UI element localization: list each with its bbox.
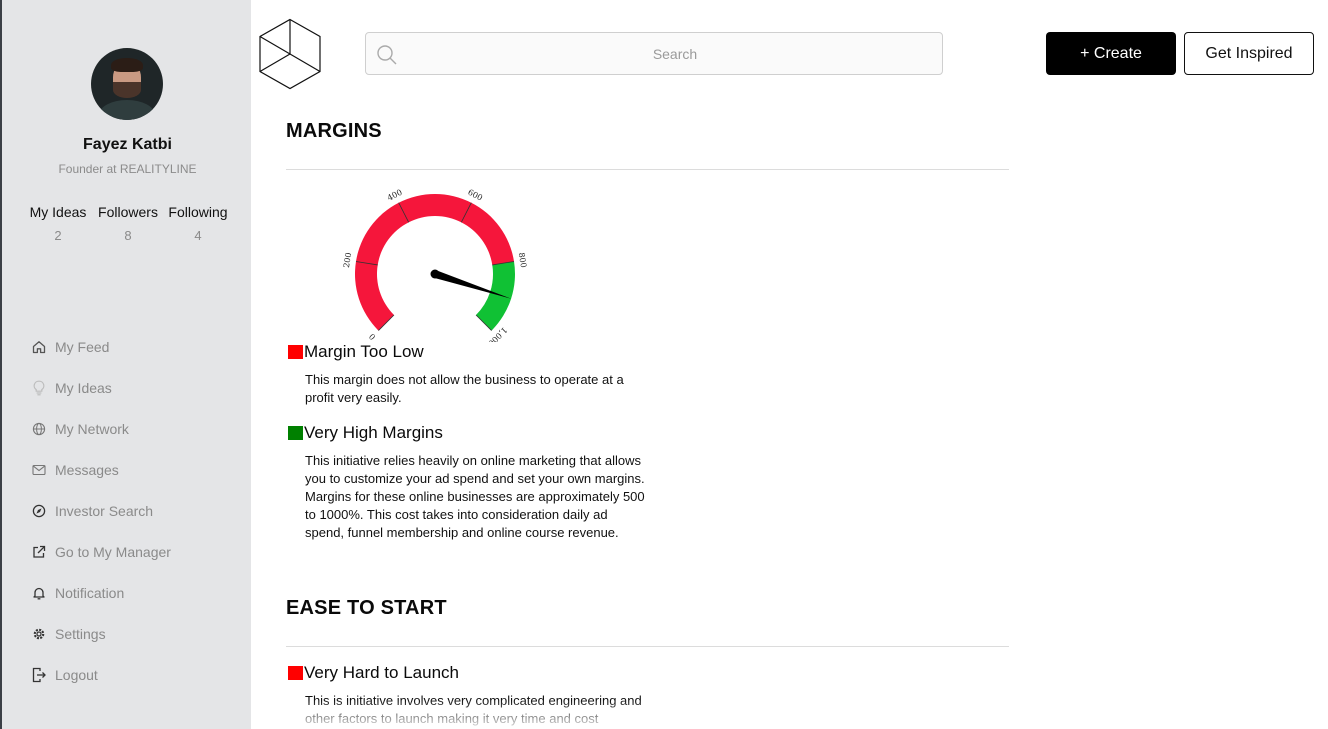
sidebar-item-notification[interactable]: Notification [30, 572, 171, 613]
sidebar-item-logout[interactable]: Logout [30, 654, 171, 695]
legend-description: This is initiative involves very complic… [305, 693, 642, 726]
stat-followers[interactable]: Followers 8 [96, 204, 160, 243]
sidebar-item-label: My Ideas [55, 379, 112, 396]
search-icon [376, 44, 398, 71]
profile-title: Founder at REALITYLINE [58, 162, 197, 176]
section-divider [286, 169, 1009, 170]
sidebar-item-label: Investor Search [55, 502, 154, 519]
stat-label: My Ideas [29, 204, 87, 220]
lightbulb-icon [30, 379, 48, 397]
stat-value: 2 [54, 228, 62, 243]
app-logo[interactable] [258, 18, 322, 95]
legend-swatch [288, 345, 303, 359]
home-icon [30, 338, 48, 356]
logout-icon [30, 666, 48, 684]
search-input[interactable] [410, 33, 940, 74]
external-link-icon [30, 543, 48, 561]
sidebar-item-label: Settings [55, 625, 106, 642]
gauge-tick-label: 0 [367, 332, 377, 342]
stat-value: 8 [124, 228, 132, 243]
gauge-tick-label: 800 [517, 252, 528, 269]
gauge-band-high [476, 261, 515, 331]
sidebar-item-my-network[interactable]: My Network [30, 408, 171, 449]
gauge-tick-label: 400 [386, 188, 404, 203]
create-button[interactable]: + Create [1046, 32, 1176, 75]
sidebar-item-label: Go to My Manager [55, 543, 171, 560]
profile-name: Fayez Katbi [83, 136, 172, 153]
sidebar-item-label: My Network [55, 420, 129, 437]
sidebar-item-label: My Feed [55, 338, 110, 355]
stat-label: Followers [98, 204, 158, 220]
sidebar: Fayez Katbi Founder at REALITYLINE My Id… [0, 0, 251, 729]
bell-icon [30, 584, 48, 602]
legend-swatch [288, 426, 303, 440]
section-title-ease-to-start: EASE TO START [286, 597, 447, 619]
legend-description: This initiative relies heavily on online… [305, 453, 645, 540]
legend-item-margin-too-low: Margin Too Low [288, 342, 424, 362]
avatar[interactable] [91, 48, 163, 120]
sidebar-item-label: Notification [55, 584, 125, 601]
sidebar-item-messages[interactable]: Messages [30, 449, 171, 490]
legend-item-very-high-margins: Very High Margins [288, 423, 443, 443]
gauge-tick-label: 600 [466, 188, 484, 203]
sidebar-item-label: Logout [55, 666, 98, 683]
margins-gauge: 0 200 400 600 800 1,000 [330, 182, 540, 348]
sidebar-item-go-to-my-manager[interactable]: Go to My Manager [30, 531, 171, 572]
sidebar-item-my-ideas[interactable]: My Ideas [30, 367, 171, 408]
stat-following[interactable]: Following 4 [166, 204, 230, 243]
envelope-icon [30, 461, 48, 479]
stat-my-ideas[interactable]: My Ideas 2 [29, 204, 87, 243]
search-bar [365, 32, 943, 75]
sidebar-item-label: Messages [55, 461, 119, 478]
sidebar-item-settings[interactable]: Settings [30, 613, 171, 654]
globe-icon [30, 420, 48, 438]
sidebar-nav: My Feed My Ideas My Network Messages Inv… [30, 326, 171, 695]
legend-label: Margin Too Low [304, 342, 424, 361]
gauge-svg: 0200400 6008001,000 [342, 188, 528, 348]
compass-icon [30, 502, 48, 520]
gauge-needle-hub [430, 269, 440, 279]
legend-swatch [288, 666, 303, 680]
section-divider [286, 646, 1009, 647]
gauge-tick-label: 200 [342, 252, 353, 269]
get-inspired-button[interactable]: Get Inspired [1184, 32, 1314, 75]
legend-item-very-hard-to-launch: Very Hard to Launch [288, 663, 459, 683]
legend-label: Very Hard to Launch [304, 663, 459, 682]
legend-description: This margin does not allow the business … [305, 372, 624, 405]
stat-value: 4 [194, 228, 202, 243]
legend-label: Very High Margins [304, 423, 443, 442]
stat-label: Following [168, 204, 228, 220]
gear-icon [30, 625, 48, 643]
sidebar-item-my-feed[interactable]: My Feed [30, 326, 171, 367]
section-title-margins: MARGINS [286, 120, 382, 142]
sidebar-item-investor-search[interactable]: Investor Search [30, 490, 171, 531]
